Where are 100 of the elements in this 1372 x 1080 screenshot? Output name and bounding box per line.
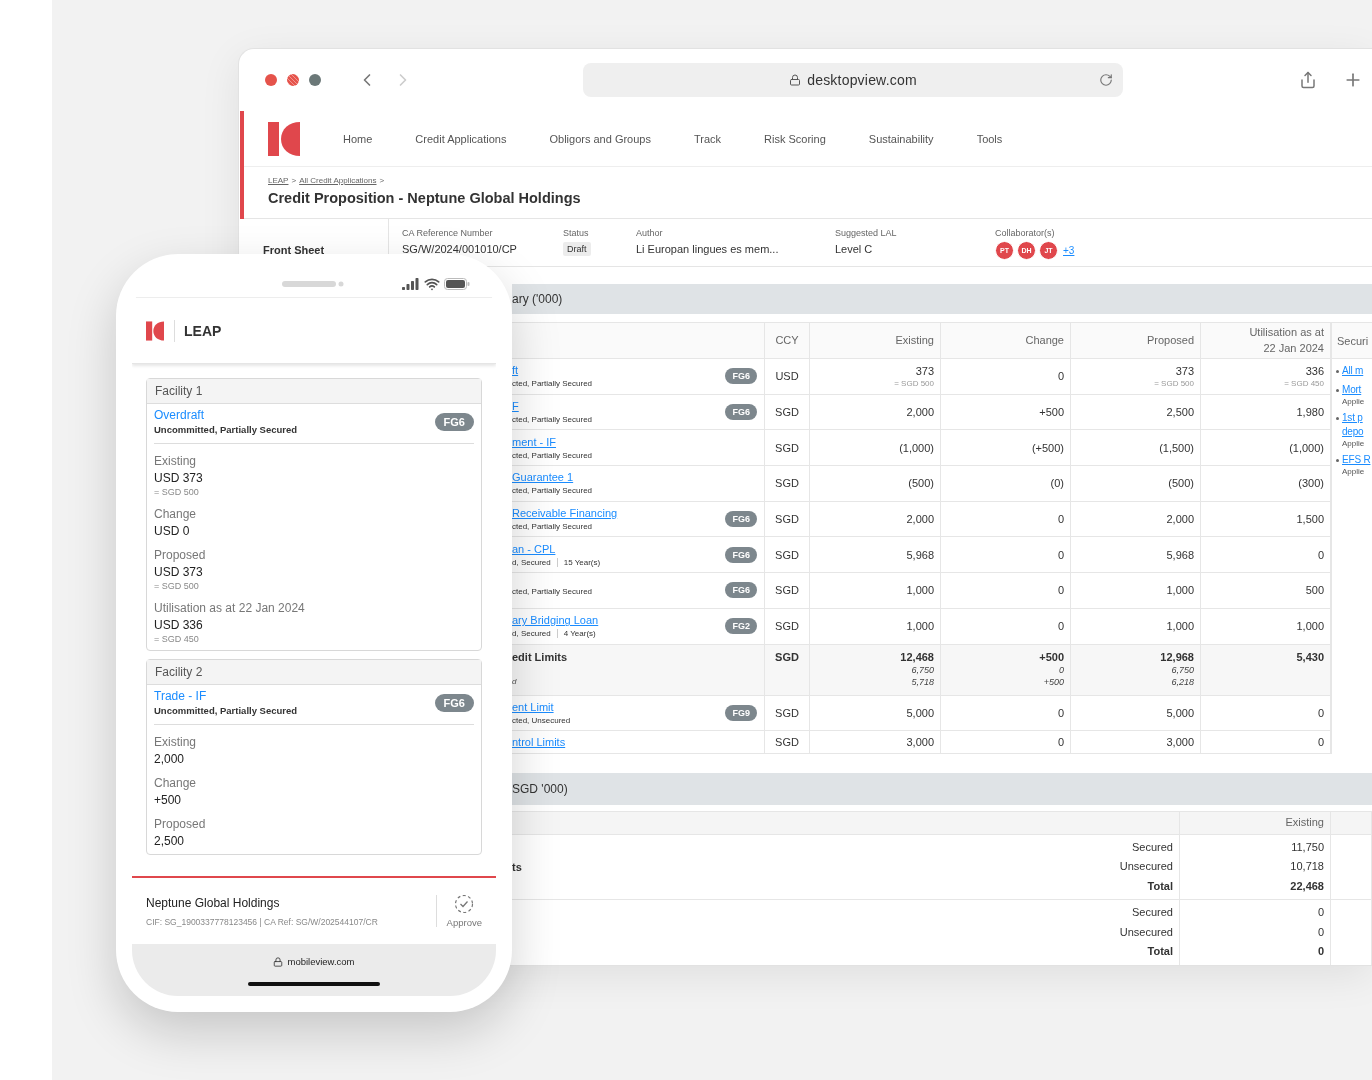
section-title: ary ('000) xyxy=(512,284,1372,314)
facility-link[interactable]: Trade - IF xyxy=(154,689,298,703)
facility-link[interactable]: F xyxy=(512,400,593,413)
breadcrumb-link[interactable]: LEAP xyxy=(268,176,289,185)
facility-link[interactable]: Guarantee 1 xyxy=(512,471,593,484)
breakdown-amount: 6,750 xyxy=(911,664,934,675)
field-value: USD 0 xyxy=(154,524,191,538)
field-value: USD 336 xyxy=(154,618,204,632)
facility-terms: cted, Partially Secured xyxy=(512,379,593,389)
page-title: Credit Proposition - Neptune Global Holdings xyxy=(268,190,582,206)
nav-item[interactable]: Sustainability xyxy=(868,132,934,145)
amount-text: 0 xyxy=(1317,736,1324,749)
currency-text: SGD xyxy=(775,584,799,597)
facility-link[interactable]: ntrol Limits xyxy=(512,736,566,749)
column-header: Change xyxy=(1025,332,1064,348)
currency-text: SGD xyxy=(775,736,799,749)
amount-text: 1,000 xyxy=(1296,620,1324,633)
approve-button[interactable]: Approve xyxy=(446,894,482,928)
amount-text: 1,980 xyxy=(1296,406,1324,419)
facility-group-badge: FG6 xyxy=(725,511,757,528)
amount-text: 2,000 xyxy=(906,513,934,526)
currency-text: SGD xyxy=(775,513,799,526)
facility-group-badge: FG6 xyxy=(725,582,757,599)
nav-item[interactable]: Credit Applications xyxy=(415,132,507,145)
security-link[interactable]: depo xyxy=(1342,425,1365,439)
nav-item[interactable]: Track xyxy=(693,132,722,145)
facility-link[interactable]: an - CPL xyxy=(512,542,601,555)
breadcrumb-separator: > xyxy=(379,176,385,185)
field-label: Change xyxy=(154,507,198,521)
zoom-icon[interactable] xyxy=(309,74,321,86)
amount-text: 0 xyxy=(1317,706,1324,719)
field-label: Collaborator(s) xyxy=(995,228,1056,238)
breadcrumb-link[interactable]: All Credit Applications xyxy=(299,176,377,185)
amount-text: 0 xyxy=(1057,584,1064,597)
column-header: Utilisation as at 22 Jan 2024 xyxy=(1248,325,1324,356)
row-label: Total xyxy=(1147,878,1173,894)
converted-amount: = SGD 450 xyxy=(154,634,200,644)
speaker-icon xyxy=(282,280,344,287)
field-value: 2,500 xyxy=(154,834,186,848)
breadcrumb-separator: > xyxy=(291,176,297,185)
address-bar[interactable]: desktopview.com xyxy=(583,63,1123,97)
amount-text: +500 xyxy=(1039,406,1064,419)
security-link[interactable]: Mort xyxy=(1342,383,1365,397)
more-link[interactable]: +3 xyxy=(1063,245,1075,256)
facility-link[interactable]: ft xyxy=(512,364,593,377)
security-link[interactable]: All m xyxy=(1342,364,1364,378)
amount-text: 2,500 xyxy=(1166,406,1194,419)
amount-text: 22,468 xyxy=(1290,878,1324,894)
nav-item[interactable]: Obligors and Groups xyxy=(549,132,651,145)
section-title: SGD '000) xyxy=(512,773,1372,806)
bullet-icon xyxy=(1336,459,1339,462)
facility-link[interactable]: Overdraft xyxy=(154,408,298,422)
currency-text: SGD xyxy=(775,706,799,719)
facility-link[interactable]: ary Bridging Loan xyxy=(512,614,599,627)
amount-text: (1,000) xyxy=(899,441,934,454)
amount-text: 5,968 xyxy=(1166,548,1194,561)
status-badge: Draft xyxy=(563,242,591,256)
field-value: 2,000 xyxy=(154,752,186,766)
facility-link[interactable]: ent Limit xyxy=(512,700,571,713)
minimize-icon[interactable] xyxy=(287,74,299,86)
amount-text: 336 xyxy=(1305,364,1324,377)
converted-amount: = SGD 450 xyxy=(1284,378,1324,388)
security-link[interactable]: 1st p xyxy=(1342,411,1365,425)
field-label: Existing xyxy=(154,735,198,749)
amount-text: 1,000 xyxy=(1166,620,1194,633)
column-header: Securi xyxy=(1337,334,1369,347)
converted-amount: = SGD 500 xyxy=(154,487,200,497)
facility-terms: cted, Partially Secured xyxy=(512,587,593,597)
field-label: Utilisation as at 22 Jan 2024 xyxy=(154,601,306,615)
facility-terms: cted, Partially Secured xyxy=(512,450,593,460)
field-label: Proposed xyxy=(154,548,207,562)
amount-text: 0 xyxy=(1317,944,1324,960)
column-header: Existing xyxy=(895,332,934,348)
facility-group-badge: FG6 xyxy=(725,546,757,563)
share-icon[interactable] xyxy=(1299,71,1317,89)
amount-text: 2,000 xyxy=(906,406,934,419)
currency-text: SGD xyxy=(775,620,799,633)
sidebar-item[interactable]: Front Sheet xyxy=(263,244,325,256)
reload-icon[interactable] xyxy=(1099,73,1113,87)
nav-item[interactable]: Tools xyxy=(976,132,1003,145)
row-label: Secured xyxy=(1132,839,1173,855)
column-header: CCY xyxy=(775,332,799,348)
facility-link[interactable]: ment - IF xyxy=(512,435,593,448)
currency-text: SGD xyxy=(775,441,799,454)
security-note: Applie xyxy=(1342,397,1365,406)
nav-item[interactable]: Home xyxy=(343,132,373,145)
amount-text: 0 xyxy=(1057,370,1064,383)
nav-item[interactable]: Risk Scoring xyxy=(764,132,826,145)
close-icon[interactable] xyxy=(265,74,277,86)
amount-text: 3,000 xyxy=(906,736,934,749)
facility-terms: Uncommitted, Partially Secured xyxy=(154,424,298,435)
logo-icon xyxy=(146,320,164,341)
converted-amount: = SGD 500 xyxy=(894,378,934,388)
facility-link[interactable]: Receivable Financing xyxy=(512,507,618,520)
facility-terms: cted, Partially Secured xyxy=(512,486,593,496)
amount-text: 11,750 xyxy=(1291,839,1324,855)
security-link[interactable]: EFS R xyxy=(1342,453,1371,467)
tenor-text: 4 Year(s) xyxy=(556,629,596,639)
bullet-icon xyxy=(1336,389,1339,392)
facility-terms: d, Secured xyxy=(512,557,551,567)
